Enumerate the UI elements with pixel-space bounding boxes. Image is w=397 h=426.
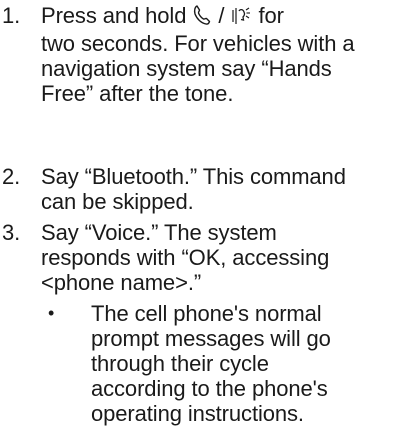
bullet-line: through their cycle — [91, 351, 269, 376]
step-number: 1. — [2, 3, 21, 28]
step-number: 3. — [2, 220, 21, 245]
step-line: <phone name>.” — [41, 270, 202, 295]
bullet-mark: • — [48, 303, 55, 323]
step-line: can be skipped. — [41, 189, 194, 214]
step-number: 2. — [2, 164, 21, 189]
step-line: responds with “OK, accessing — [41, 245, 330, 270]
step-2: 2. Say “Bluetooth.” This command can be … — [0, 164, 393, 214]
step-1: 1. Press and hold / for two seconds. For… — [0, 3, 393, 106]
bullet-line: according to the phone's — [91, 376, 328, 401]
bullet-line: prompt messages will go — [91, 326, 331, 351]
step-line: Free” after the tone. — [41, 81, 234, 106]
step-3: 3. Say “Voice.” The system responds with… — [0, 220, 393, 295]
bullet-line: The cell phone's normal — [91, 301, 322, 326]
voice-speak-icon — [230, 4, 252, 31]
step-body: Say “Bluetooth.” This command can be ski… — [41, 164, 393, 214]
step-1-first-line: Press and hold / for — [41, 3, 393, 31]
step-line: Say “Bluetooth.” This command — [41, 164, 346, 189]
bullet-body: The cell phone's normal prompt messages … — [91, 301, 397, 426]
step-text: Press and hold — [41, 3, 187, 28]
step-line: navigation system say “Hands — [41, 56, 332, 81]
icon-separator: / — [218, 3, 225, 28]
step-line: two seconds. For vehicles with a — [41, 31, 355, 56]
step-body: Say “Voice.” The system responds with “O… — [41, 220, 393, 295]
step-text: for — [258, 3, 284, 28]
phone-handset-icon — [192, 4, 212, 31]
step-body: Press and hold / for two seconds. For ve… — [41, 3, 393, 106]
step-line: Say “Voice.” The system — [41, 220, 277, 245]
